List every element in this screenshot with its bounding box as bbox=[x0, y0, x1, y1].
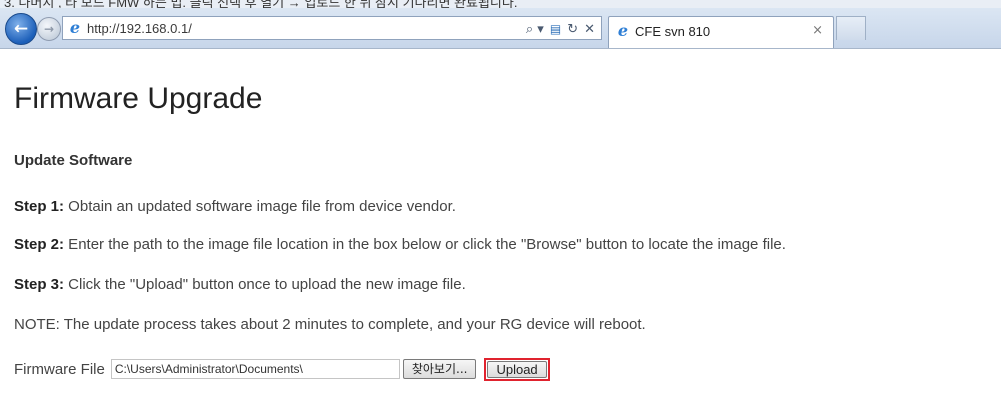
cropped-caption: 3. 나머지 , 타 보드 FMW 하는 법. 클릭 선택 후 열기 → 업로드… bbox=[0, 0, 1001, 8]
step-1-label: Step 1: bbox=[14, 198, 65, 215]
step-1: Step 1: Obtain an updated software image… bbox=[14, 198, 456, 215]
note-text: NOTE: The update process takes about 2 m… bbox=[14, 316, 646, 333]
firmware-file-input[interactable]: C:\Users\Administrator\Documents\ bbox=[110, 359, 400, 379]
back-button[interactable]: ← bbox=[5, 13, 37, 45]
stop-icon[interactable]: ✕ bbox=[584, 22, 595, 37]
tab-title: CFE svn 810 bbox=[635, 24, 711, 39]
upload-highlight: Upload bbox=[484, 357, 550, 381]
refresh-icon[interactable]: ↻ bbox=[567, 22, 578, 37]
tab-ie-logo-icon: e bbox=[617, 21, 629, 40]
step-3-text: Click the "Upload" button once to upload… bbox=[64, 276, 466, 293]
page-title: Firmware Upgrade bbox=[14, 82, 263, 115]
firmware-file-label: Firmware File bbox=[14, 360, 105, 378]
firmware-file-row: Firmware File C:\Users\Administrator\Doc… bbox=[14, 357, 550, 381]
forward-button[interactable]: → bbox=[37, 17, 61, 41]
browser-tab[interactable]: e CFE svn 810 × bbox=[608, 16, 834, 48]
search-dropdown-icon[interactable]: ⌕ ▾ bbox=[526, 22, 544, 37]
address-tools: ⌕ ▾ ▤ ↻ ✕ bbox=[526, 20, 595, 38]
step-2-text: Enter the path to the image file locatio… bbox=[64, 236, 786, 253]
upload-button[interactable]: Upload bbox=[487, 360, 547, 378]
new-tab-button[interactable] bbox=[836, 16, 866, 40]
section-title: Update Software bbox=[14, 152, 133, 169]
browser-toolbar: ← → e http://192.168.0.1/ ⌕ ▾ ▤ ↻ ✕ e CF… bbox=[0, 8, 1001, 49]
back-arrow-icon: ← bbox=[13, 19, 29, 39]
address-url[interactable]: http://192.168.0.1/ bbox=[87, 21, 192, 36]
step-3-label: Step 3: bbox=[14, 276, 65, 293]
step-2: Step 2: Enter the path to the image file… bbox=[14, 236, 786, 253]
ie-logo-icon: e bbox=[69, 18, 81, 37]
step-3: Step 3: Click the "Upload" button once t… bbox=[14, 276, 466, 293]
step-1-text: Obtain an updated software image file fr… bbox=[64, 198, 456, 215]
tab-close-icon[interactable]: × bbox=[812, 23, 823, 38]
step-2-label: Step 2: bbox=[14, 236, 65, 253]
forward-arrow-icon: → bbox=[43, 22, 55, 36]
address-bar[interactable]: e http://192.168.0.1/ ⌕ ▾ ▤ ↻ ✕ bbox=[62, 16, 602, 40]
browse-button[interactable]: 찾아보기... bbox=[402, 359, 477, 379]
cropped-caption-text: 3. 나머지 , 타 보드 FMW 하는 법. 클릭 선택 후 열기 → 업로드… bbox=[4, 0, 518, 8]
compatibility-view-icon[interactable]: ▤ bbox=[550, 22, 561, 36]
